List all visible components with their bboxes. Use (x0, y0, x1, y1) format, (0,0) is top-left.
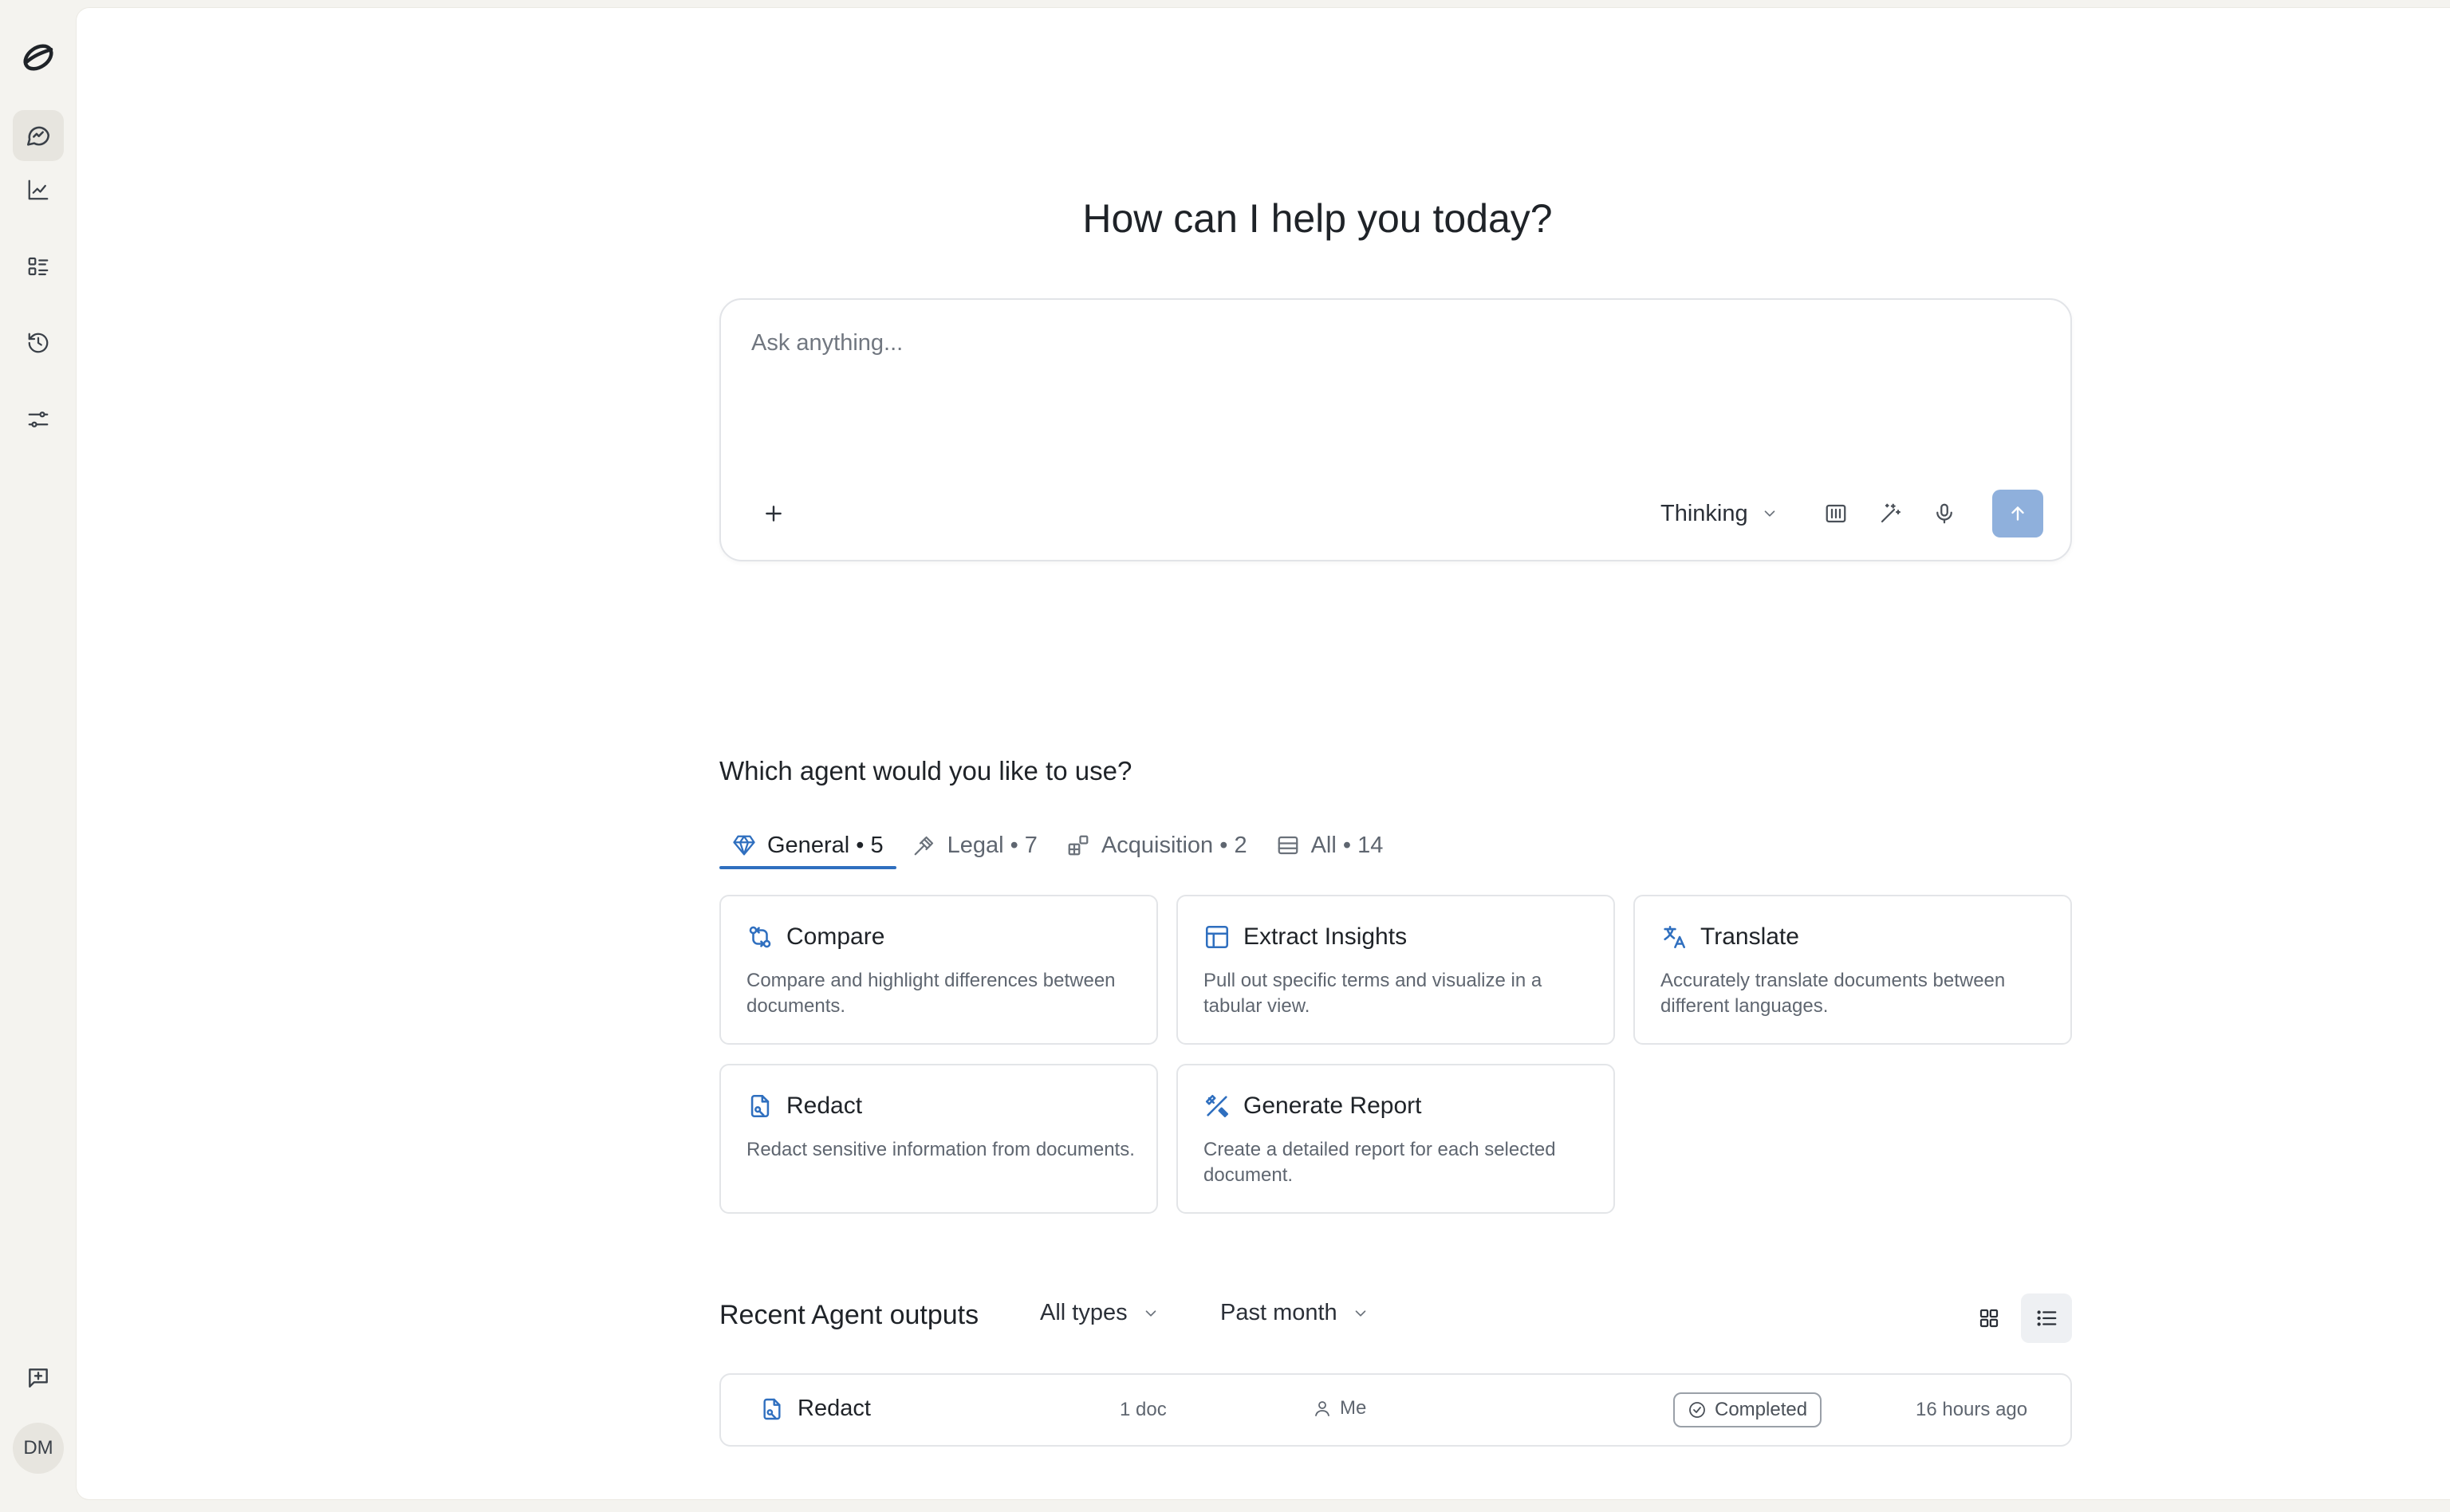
plus-icon (763, 503, 784, 524)
library-icon (1824, 502, 1848, 526)
row-doc-count: 1 doc (1120, 1399, 1167, 1420)
check-circle-icon (1688, 1400, 1707, 1419)
table-icon (1203, 923, 1231, 951)
card-description: Create a detailed report for each select… (1203, 1139, 1556, 1186)
app-logo-icon[interactable] (19, 38, 57, 77)
gem-icon (732, 833, 756, 857)
chevron-down-icon (1142, 1305, 1160, 1322)
blocks-icon (1066, 833, 1090, 857)
tab-legal[interactable]: Legal • 7 (900, 821, 1050, 869)
row-timestamp: 16 hours ago (1916, 1399, 2028, 1420)
row-owner: Me (1340, 1397, 1367, 1419)
sidebar-item-settings[interactable] (13, 394, 64, 445)
tab-label: All • 14 (1310, 832, 1384, 858)
sidebar-item-library[interactable] (13, 241, 64, 292)
table-icon (1276, 833, 1300, 857)
tab-acquisition[interactable]: Acquisition • 2 (1054, 821, 1260, 869)
agent-card-translate[interactable]: Translate Accurately translate documents… (1633, 895, 2072, 1045)
status-label: Completed (1715, 1399, 1808, 1420)
page-title: How can I help you today? (1082, 196, 1553, 241)
avatar[interactable]: DM (13, 1423, 64, 1474)
list-view-button[interactable] (2021, 1293, 2072, 1343)
prompt-box: Thinking (719, 298, 2072, 561)
history-icon (26, 331, 50, 355)
send-button[interactable] (1992, 490, 2043, 537)
prompt-input[interactable] (751, 330, 2027, 356)
list-icon (26, 254, 50, 278)
agent-card-generate-report[interactable]: Generate Report Create a detailed report… (1176, 1064, 1615, 1214)
agent-tabs: General • 5 Legal • 7 Acquisition • 2 Al… (719, 821, 1399, 869)
card-description: Redact sensitive information from docume… (746, 1139, 1135, 1160)
agent-chat-icon (25, 122, 52, 149)
agent-card-compare[interactable]: Compare Compare and highlight difference… (719, 895, 1158, 1045)
card-title: Generate Report (1243, 1093, 1422, 1119)
type-filter-label: All types (1040, 1300, 1128, 1325)
magic-wand-icon (1878, 502, 1902, 526)
enhance-prompt-button[interactable] (1873, 496, 1908, 531)
file-redact-icon (746, 1093, 774, 1120)
user-icon (1313, 1399, 1332, 1418)
library-button[interactable] (1818, 496, 1853, 531)
row-name: Redact (798, 1396, 871, 1421)
arrow-up-icon (2007, 503, 2028, 524)
table-row[interactable]: Redact 1 doc Me Completed 16 hours ago (719, 1373, 2072, 1447)
sidebar-item-history[interactable] (13, 317, 64, 368)
voice-input-button[interactable] (1927, 496, 1962, 531)
card-title: Translate (1700, 923, 1799, 950)
card-description: Compare and highlight differences betwee… (746, 970, 1116, 1017)
grid-icon (1977, 1306, 2001, 1330)
microphone-icon (1932, 502, 1956, 526)
mode-select-label: Thinking (1660, 500, 1748, 526)
sidebar-item-agents[interactable] (13, 110, 64, 161)
chevron-down-icon (1761, 505, 1778, 522)
card-title: Extract Insights (1243, 923, 1408, 950)
recent-outputs-title: Recent Agent outputs (719, 1300, 979, 1330)
agent-card-redact[interactable]: Redact Redact sensitive information from… (719, 1064, 1158, 1214)
tab-label: Acquisition • 2 (1101, 832, 1247, 858)
file-redact-icon (759, 1396, 785, 1422)
avatar-initials: DM (23, 1437, 53, 1459)
tab-label: General • 5 (767, 832, 884, 858)
grid-view-button[interactable] (1964, 1293, 2015, 1343)
report-icon (1203, 1093, 1231, 1120)
compare-icon (746, 923, 774, 951)
tab-all[interactable]: All • 14 (1263, 821, 1396, 869)
card-title: Redact (786, 1093, 863, 1119)
status-badge: Completed (1673, 1392, 1822, 1427)
feedback-icon (26, 1365, 51, 1391)
time-filter-label: Past month (1220, 1300, 1337, 1325)
agent-card-extract-insights[interactable]: Extract Insights Pull out specific terms… (1176, 895, 1615, 1045)
card-description: Accurately translate documents between d… (1660, 970, 2006, 1017)
translate-icon (1660, 923, 1688, 951)
tab-general[interactable]: General • 5 (719, 821, 896, 869)
add-attachment-button[interactable] (758, 498, 790, 530)
list-icon (2034, 1306, 2058, 1330)
card-title: Compare (786, 923, 885, 950)
tab-label: Legal • 7 (947, 832, 1038, 858)
agents-section-title: Which agent would you like to use? (719, 756, 1132, 786)
mode-select[interactable]: Thinking (1660, 494, 1778, 533)
time-filter-dropdown[interactable]: Past month (1220, 1300, 1369, 1326)
feedback-button[interactable] (13, 1353, 64, 1404)
sliders-icon (26, 408, 50, 431)
chevron-down-icon (1352, 1305, 1369, 1322)
card-description: Pull out specific terms and visualize in… (1203, 970, 1542, 1017)
type-filter-dropdown[interactable]: All types (1040, 1300, 1160, 1326)
gavel-icon (912, 833, 936, 857)
